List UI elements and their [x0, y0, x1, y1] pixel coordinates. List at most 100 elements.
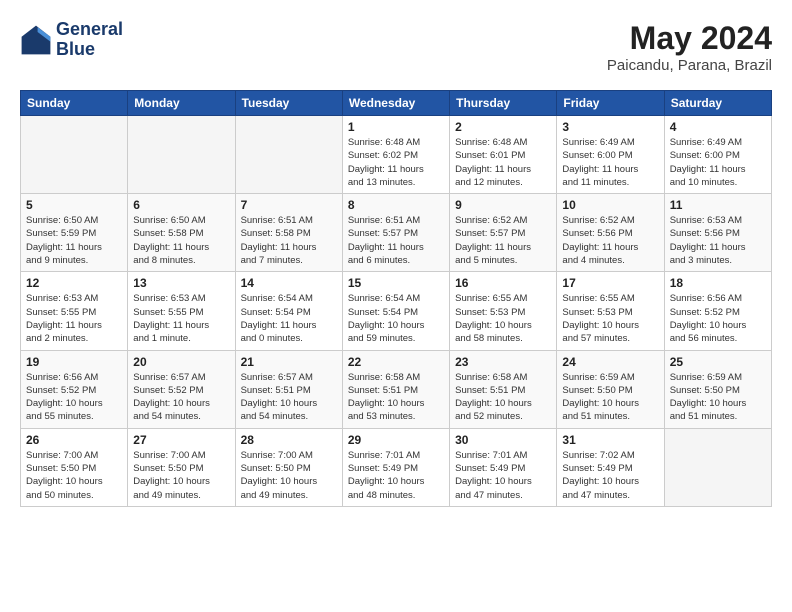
calendar-cell: 27 Sunrise: 7:00 AM Sunset: 5:50 PM Dayli… — [128, 428, 235, 506]
day-number: 21 — [241, 355, 337, 369]
day-info: Sunrise: 6:59 AM Sunset: 5:50 PM Dayligh… — [670, 371, 766, 424]
calendar-cell: 25Sunrise: 6:59 AM Sunset: 5:50 PM Dayli… — [664, 350, 771, 428]
day-number: 8 — [348, 198, 444, 212]
calendar-cell: 12 Sunrise: 6:53 AM Sunset: 5:55 PM Dayli… — [21, 272, 128, 350]
calendar-table: SundayMondayTuesdayWednesdayThursdayFrid… — [20, 90, 772, 507]
calendar-cell — [21, 116, 128, 194]
day-number: 19 — [26, 355, 122, 369]
day-info: Sunrise: 6:59 AM Sunset: 5:50 PM Dayligh… — [562, 371, 658, 424]
day-number: 23 — [455, 355, 551, 369]
week-row-3: 12 Sunrise: 6:53 AM Sunset: 5:55 PM Dayli… — [21, 272, 772, 350]
calendar-cell: 30Sunrise: 7:01 AM Sunset: 5:49 PM Dayli… — [450, 428, 557, 506]
day-info: Sunrise: 7:01 AM Sunset: 5:49 PM Dayligh… — [348, 449, 444, 502]
day-number: 31 — [562, 433, 658, 447]
day-info: Sunrise: 6:54 AM Sunset: 5:54 PM Dayligh… — [348, 292, 444, 345]
weekday-header-friday: Friday — [557, 91, 664, 116]
day-number: 1 — [348, 120, 444, 134]
week-row-2: 5Sunrise: 6:50 AM Sunset: 5:59 PM Daylig… — [21, 194, 772, 272]
day-number: 12 — [26, 276, 122, 290]
weekday-header-saturday: Saturday — [664, 91, 771, 116]
day-info: Sunrise: 6:52 AM Sunset: 5:56 PM Dayligh… — [562, 214, 658, 267]
day-info: Sunrise: 7:00 AM Sunset: 5:50 PM Dayligh… — [26, 449, 122, 502]
calendar-cell: 22 Sunrise: 6:58 AM Sunset: 5:51 PM Dayli… — [342, 350, 449, 428]
day-number: 29 — [348, 433, 444, 447]
day-number: 3 — [562, 120, 658, 134]
day-info: Sunrise: 6:58 AM Sunset: 5:51 PM Dayligh… — [455, 371, 551, 424]
calendar-cell: 4 Sunrise: 6:49 AM Sunset: 6:00 PM Daylig… — [664, 116, 771, 194]
weekday-header-row: SundayMondayTuesdayWednesdayThursdayFrid… — [21, 91, 772, 116]
calendar-cell: 17Sunrise: 6:55 AM Sunset: 5:53 PM Dayli… — [557, 272, 664, 350]
calendar-cell: 1 Sunrise: 6:48 AM Sunset: 6:02 PM Daylig… — [342, 116, 449, 194]
calendar-cell: 20Sunrise: 6:57 AM Sunset: 5:52 PM Dayli… — [128, 350, 235, 428]
calendar-cell: 7Sunrise: 6:51 AM Sunset: 5:58 PM Daylig… — [235, 194, 342, 272]
day-number: 27 — [133, 433, 229, 447]
day-info: Sunrise: 6:58 AM Sunset: 5:51 PM Dayligh… — [348, 371, 444, 424]
day-info: Sunrise: 6:49 AM Sunset: 6:00 PM Dayligh… — [670, 136, 766, 189]
day-number: 16 — [455, 276, 551, 290]
day-number: 4 — [670, 120, 766, 134]
day-number: 14 — [241, 276, 337, 290]
calendar-cell — [235, 116, 342, 194]
day-info: Sunrise: 6:48 AM Sunset: 6:02 PM Dayligh… — [348, 136, 444, 189]
weekday-header-thursday: Thursday — [450, 91, 557, 116]
day-number: 10 — [562, 198, 658, 212]
day-info: Sunrise: 6:48 AM Sunset: 6:01 PM Dayligh… — [455, 136, 551, 189]
logo-icon — [20, 24, 52, 56]
logo: General Blue — [20, 20, 123, 60]
calendar-cell: 23 Sunrise: 6:58 AM Sunset: 5:51 PM Dayli… — [450, 350, 557, 428]
weekday-header-monday: Monday — [128, 91, 235, 116]
calendar-cell: 15 Sunrise: 6:54 AM Sunset: 5:54 PM Dayli… — [342, 272, 449, 350]
calendar-cell: 2 Sunrise: 6:48 AM Sunset: 6:01 PM Daylig… — [450, 116, 557, 194]
month-title: May 2024 — [607, 20, 772, 57]
day-info: Sunrise: 6:51 AM Sunset: 5:57 PM Dayligh… — [348, 214, 444, 267]
calendar-cell: 21Sunrise: 6:57 AM Sunset: 5:51 PM Dayli… — [235, 350, 342, 428]
location: Paicandu, Parana, Brazil — [607, 57, 772, 74]
weekday-header-tuesday: Tuesday — [235, 91, 342, 116]
calendar-cell — [664, 428, 771, 506]
calendar-cell: 19 Sunrise: 6:56 AM Sunset: 5:52 PM Dayli… — [21, 350, 128, 428]
calendar-cell: 14 Sunrise: 6:54 AM Sunset: 5:54 PM Dayli… — [235, 272, 342, 350]
day-info: Sunrise: 6:55 AM Sunset: 5:53 PM Dayligh… — [455, 292, 551, 345]
calendar-cell: 18Sunrise: 6:56 AM Sunset: 5:52 PM Dayli… — [664, 272, 771, 350]
day-info: Sunrise: 6:56 AM Sunset: 5:52 PM Dayligh… — [26, 371, 122, 424]
day-number: 9 — [455, 198, 551, 212]
day-number: 15 — [348, 276, 444, 290]
calendar-cell: 3 Sunrise: 6:49 AM Sunset: 6:00 PM Daylig… — [557, 116, 664, 194]
title-block: May 2024 Paicandu, Parana, Brazil — [607, 20, 772, 74]
day-number: 6 — [133, 198, 229, 212]
calendar-cell: 10 Sunrise: 6:52 AM Sunset: 5:56 PM Dayli… — [557, 194, 664, 272]
day-number: 26 — [26, 433, 122, 447]
calendar-cell: 13 Sunrise: 6:53 AM Sunset: 5:55 PM Dayli… — [128, 272, 235, 350]
day-info: Sunrise: 6:53 AM Sunset: 5:55 PM Dayligh… — [26, 292, 122, 345]
logo-text: General Blue — [56, 20, 123, 60]
calendar-cell: 11 Sunrise: 6:53 AM Sunset: 5:56 PM Dayli… — [664, 194, 771, 272]
calendar-cell: 28Sunrise: 7:00 AM Sunset: 5:50 PM Dayli… — [235, 428, 342, 506]
calendar-cell: 6Sunrise: 6:50 AM Sunset: 5:58 PM Daylig… — [128, 194, 235, 272]
calendar-cell — [128, 116, 235, 194]
day-info: Sunrise: 7:00 AM Sunset: 5:50 PM Dayligh… — [133, 449, 229, 502]
day-number: 11 — [670, 198, 766, 212]
day-number: 22 — [348, 355, 444, 369]
weekday-header-sunday: Sunday — [21, 91, 128, 116]
calendar-cell: 8 Sunrise: 6:51 AM Sunset: 5:57 PM Daylig… — [342, 194, 449, 272]
day-info: Sunrise: 6:56 AM Sunset: 5:52 PM Dayligh… — [670, 292, 766, 345]
day-number: 30 — [455, 433, 551, 447]
day-number: 13 — [133, 276, 229, 290]
calendar-cell: 24 Sunrise: 6:59 AM Sunset: 5:50 PM Dayli… — [557, 350, 664, 428]
calendar-cell: 16 Sunrise: 6:55 AM Sunset: 5:53 PM Dayli… — [450, 272, 557, 350]
calendar-cell: 29 Sunrise: 7:01 AM Sunset: 5:49 PM Dayli… — [342, 428, 449, 506]
day-info: Sunrise: 6:51 AM Sunset: 5:58 PM Dayligh… — [241, 214, 337, 267]
day-info: Sunrise: 6:49 AM Sunset: 6:00 PM Dayligh… — [562, 136, 658, 189]
day-info: Sunrise: 7:00 AM Sunset: 5:50 PM Dayligh… — [241, 449, 337, 502]
day-info: Sunrise: 6:54 AM Sunset: 5:54 PM Dayligh… — [241, 292, 337, 345]
day-info: Sunrise: 6:53 AM Sunset: 5:56 PM Dayligh… — [670, 214, 766, 267]
day-info: Sunrise: 6:55 AM Sunset: 5:53 PM Dayligh… — [562, 292, 658, 345]
week-row-4: 19 Sunrise: 6:56 AM Sunset: 5:52 PM Dayli… — [21, 350, 772, 428]
day-info: Sunrise: 6:50 AM Sunset: 5:59 PM Dayligh… — [26, 214, 122, 267]
day-number: 24 — [562, 355, 658, 369]
calendar-cell: 9Sunrise: 6:52 AM Sunset: 5:57 PM Daylig… — [450, 194, 557, 272]
day-number: 2 — [455, 120, 551, 134]
calendar-cell: 5Sunrise: 6:50 AM Sunset: 5:59 PM Daylig… — [21, 194, 128, 272]
week-row-1: 1 Sunrise: 6:48 AM Sunset: 6:02 PM Daylig… — [21, 116, 772, 194]
day-info: Sunrise: 6:53 AM Sunset: 5:55 PM Dayligh… — [133, 292, 229, 345]
